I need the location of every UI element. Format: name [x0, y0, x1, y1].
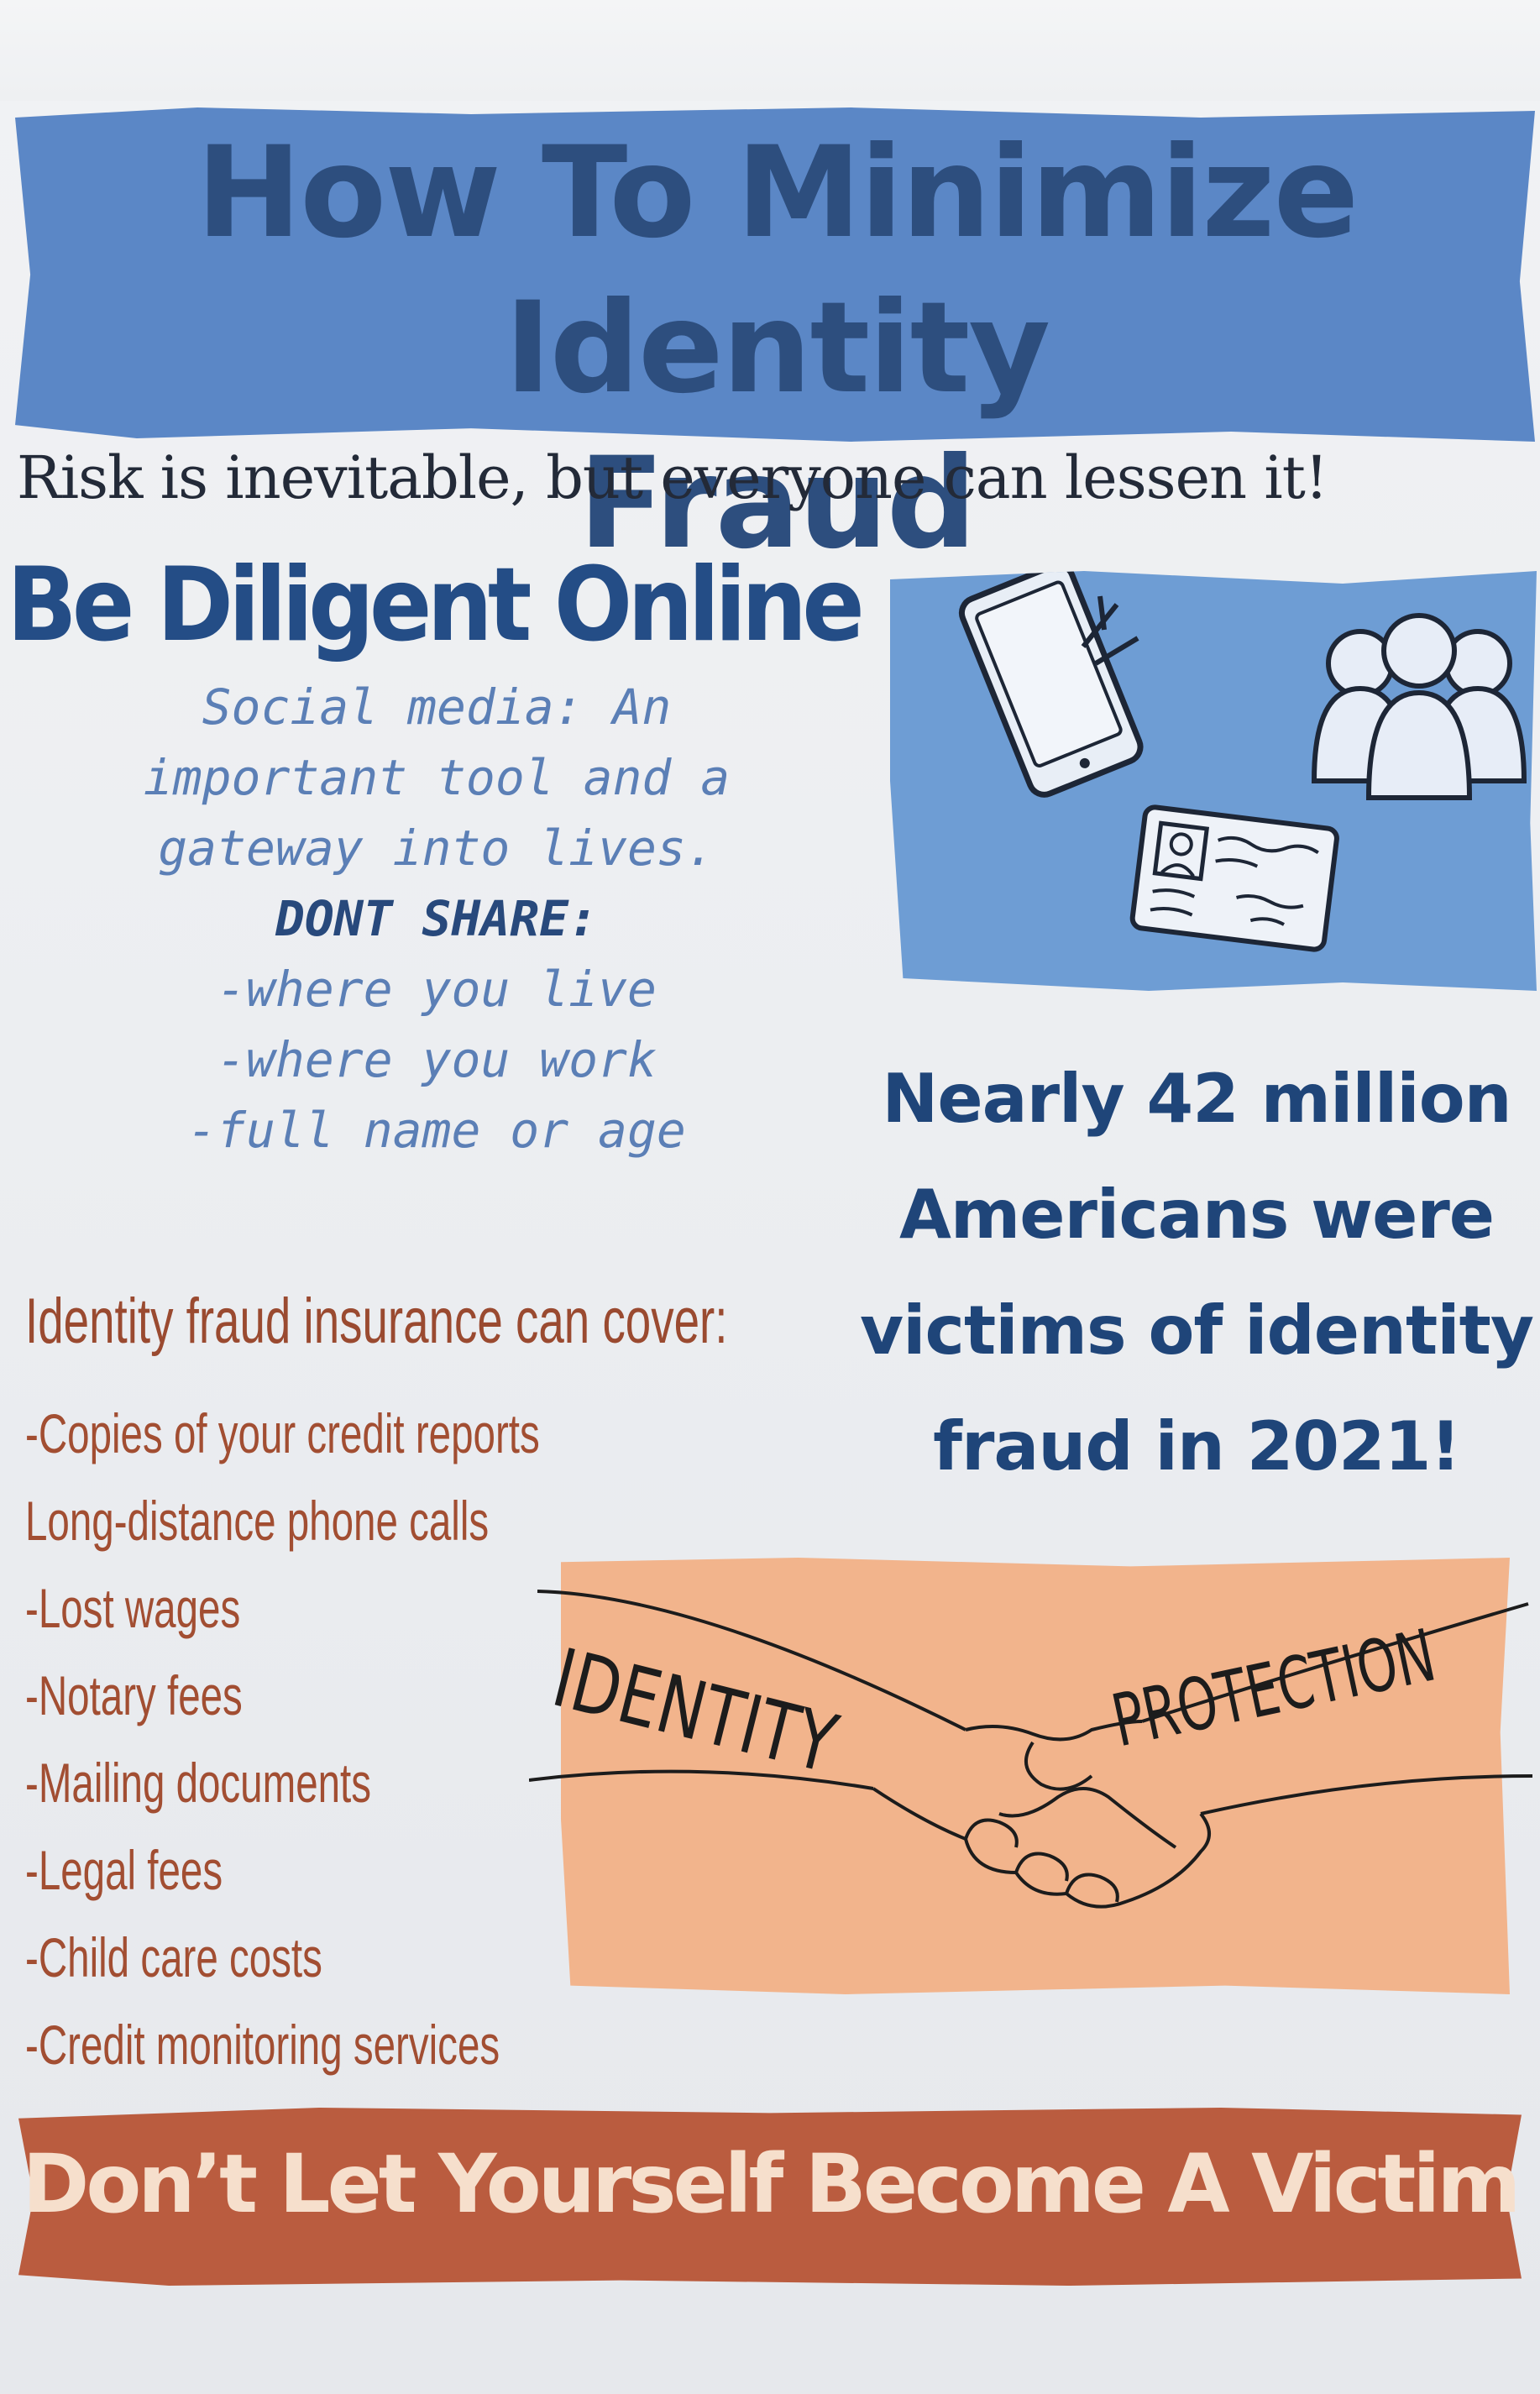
- dont-share-label: DONT SHARE:: [275, 890, 599, 947]
- illustration-svg: [958, 571, 1527, 952]
- protection-word: PROTECTION: [1105, 1613, 1443, 1764]
- insurance-item: -Copies of your credit reports: [25, 1402, 540, 1464]
- poster: How To Minimize Identity Fraud Risk is i…: [0, 0, 1540, 2394]
- handshake-icon: IDENTITY PROTECTION: [529, 1590, 1533, 1909]
- insurance-item: Long-distance phone calls: [25, 1490, 490, 1552]
- subtitle: Risk is inevitable, but everyone can les…: [17, 443, 1328, 512]
- social-line: important tool and a: [143, 749, 731, 806]
- insurance-item: -Notary fees: [25, 1664, 243, 1726]
- insurance-heading: Identity fraud insurance can cover:: [25, 1286, 728, 1357]
- people-icon: [1311, 613, 1527, 800]
- insurance-item: -Lost wages: [25, 1577, 241, 1639]
- stat-line: fraud in 2021!: [933, 1407, 1461, 1485]
- stat-line: Americans were: [898, 1176, 1495, 1254]
- insurance-item: -Child care costs: [25, 1926, 322, 1988]
- insurance-item: -Legal fees: [25, 1839, 223, 1901]
- illustration-panel: [890, 571, 1537, 991]
- diligent-heading: Be Diligent Online: [7, 546, 865, 664]
- social-media-tips: Social media: An important tool and a ga…: [17, 672, 856, 1166]
- social-line: Social media: An: [202, 678, 672, 736]
- stat-line: victims of identity: [859, 1291, 1534, 1370]
- social-line: gateway into lives.: [158, 820, 715, 877]
- statistic-callout: Nearly 42 million Americans were victims…: [856, 1041, 1537, 1505]
- insurance-item: -Mailing documents: [25, 1752, 372, 1814]
- stat-line: Nearly 42 million: [882, 1060, 1511, 1138]
- insurance-item: -Credit monitoring services: [25, 2014, 500, 2076]
- dont-share-item: -where you live: [217, 961, 657, 1018]
- dont-share-item: -full name or age: [187, 1102, 686, 1159]
- footer-slogan: Don’t Let Yourself Become A Victim: [22, 2137, 1522, 2231]
- paper-top-edge: [0, 0, 1540, 101]
- dont-share-item: -where you work: [217, 1031, 657, 1088]
- id-card-icon: [1129, 804, 1339, 952]
- title-line-1: How To Minimize Identity: [196, 120, 1359, 422]
